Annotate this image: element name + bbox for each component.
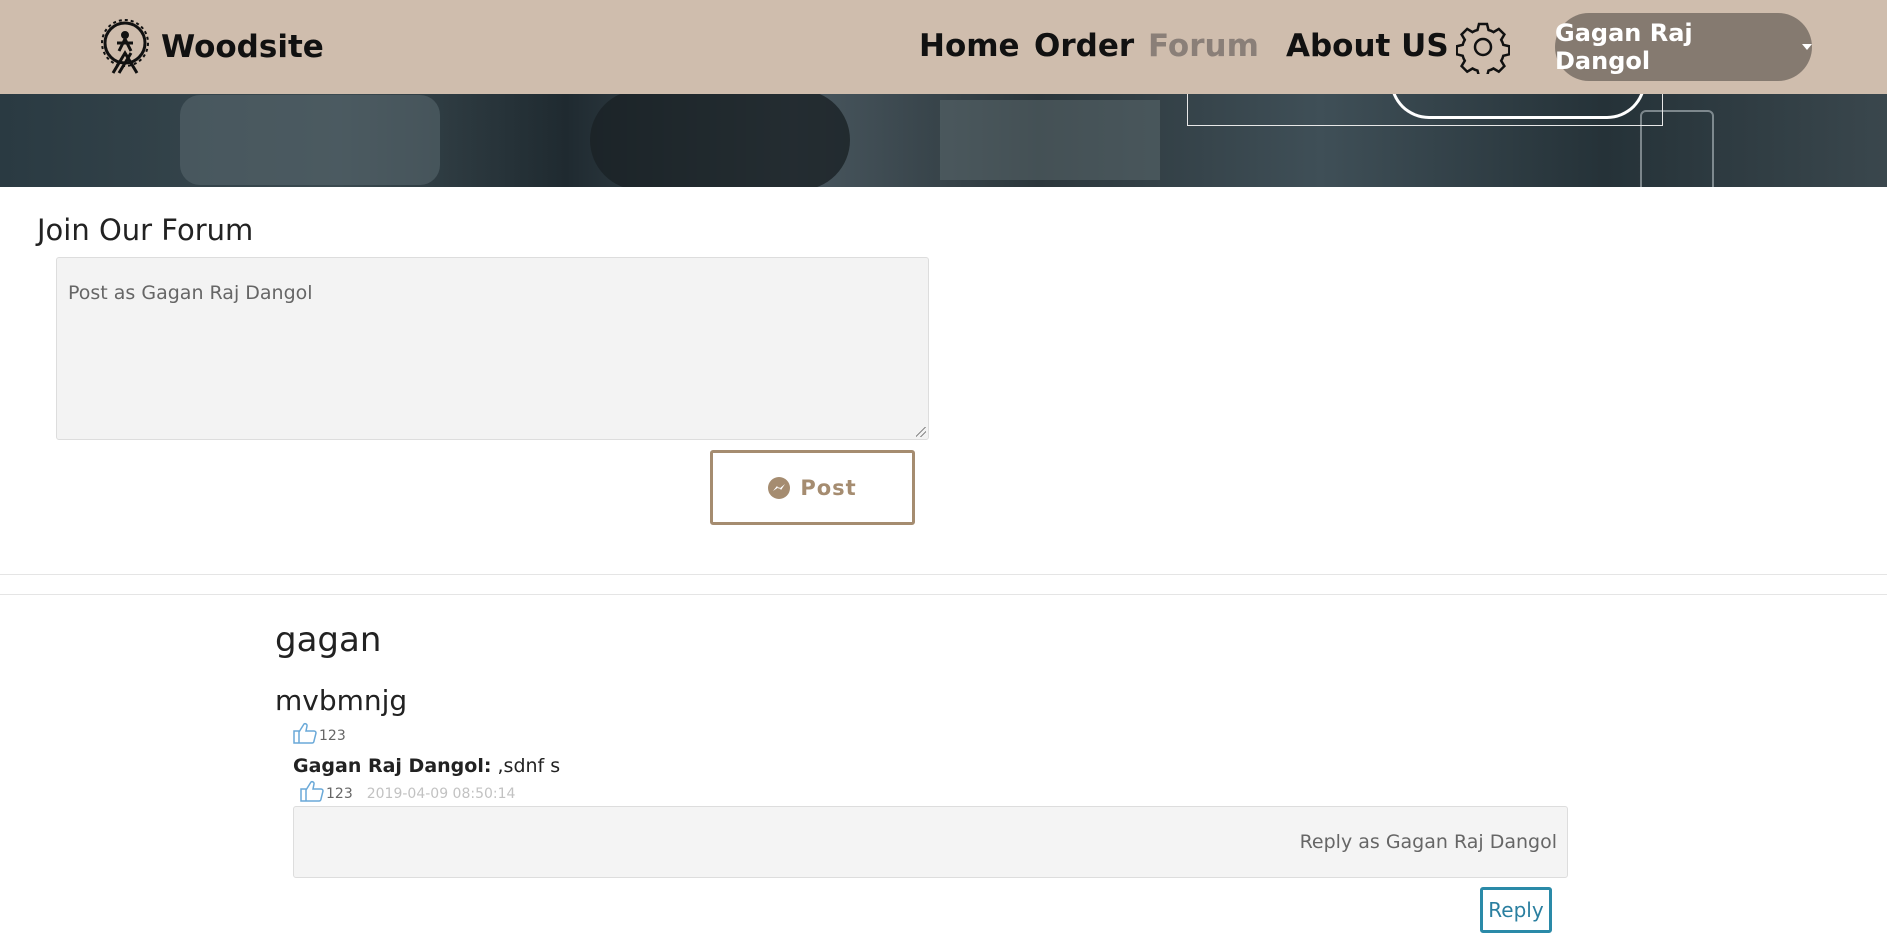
gear-icon[interactable] [1456, 20, 1510, 74]
reply-placeholder: Reply as Gagan Raj Dangol [1299, 831, 1557, 853]
thumbs-up-icon[interactable] [293, 722, 317, 744]
like-count: 123 [326, 786, 353, 802]
post-button-label: Post [800, 475, 857, 500]
navbar: Woodsite Home Order Forum About US Gagan… [0, 0, 1887, 94]
divider [0, 594, 1887, 595]
reply-timestamp: 2019-04-09 08:50:14 [366, 786, 516, 802]
nav-forum[interactable]: Forum [1148, 28, 1259, 64]
reply-input[interactable]: Reply as Gagan Raj Dangol [293, 806, 1568, 878]
logo-icon [101, 19, 149, 74]
reply-item: Gagan Raj Dangol: ,sdnf s [293, 755, 560, 777]
brand-name: Woodsite [161, 29, 324, 65]
hero-image-detail [940, 100, 1160, 180]
thread-body: mvbmnjg [275, 684, 408, 717]
brand-link[interactable]: Woodsite [99, 16, 324, 78]
nav-about-us[interactable]: About US [1286, 28, 1449, 64]
caret-down-icon [1802, 44, 1812, 50]
reply-text: ,sdnf s [497, 755, 561, 777]
divider [0, 574, 1887, 575]
hero-image-detail [180, 95, 440, 185]
user-menu-label: Gagan Raj Dangol [1555, 19, 1693, 75]
post-textarea[interactable]: Post as Gagan Raj Dangol [56, 257, 929, 440]
like-count: 123 [319, 728, 346, 744]
hero-image-detail [590, 90, 850, 187]
thread-like[interactable]: 123 [293, 722, 346, 744]
user-menu-button[interactable]: Gagan Raj Dangol [1555, 13, 1812, 81]
messenger-icon [768, 476, 791, 499]
post-button[interactable]: Post [710, 450, 915, 525]
reply-author: Gagan Raj Dangol: [293, 755, 492, 777]
nav-order[interactable]: Order [1034, 28, 1134, 64]
post-placeholder: Post as Gagan Raj Dangol [68, 282, 313, 304]
nav-home[interactable]: Home [919, 28, 1020, 64]
forum-title: Join Our Forum [37, 213, 254, 247]
thread-author: gagan [275, 620, 382, 660]
thumbs-up-icon[interactable] [300, 780, 324, 802]
resize-handle[interactable] [916, 427, 926, 437]
reply-button[interactable]: Reply [1480, 887, 1552, 933]
reply-like[interactable]: 123 2019-04-09 08:50:14 [300, 780, 515, 802]
